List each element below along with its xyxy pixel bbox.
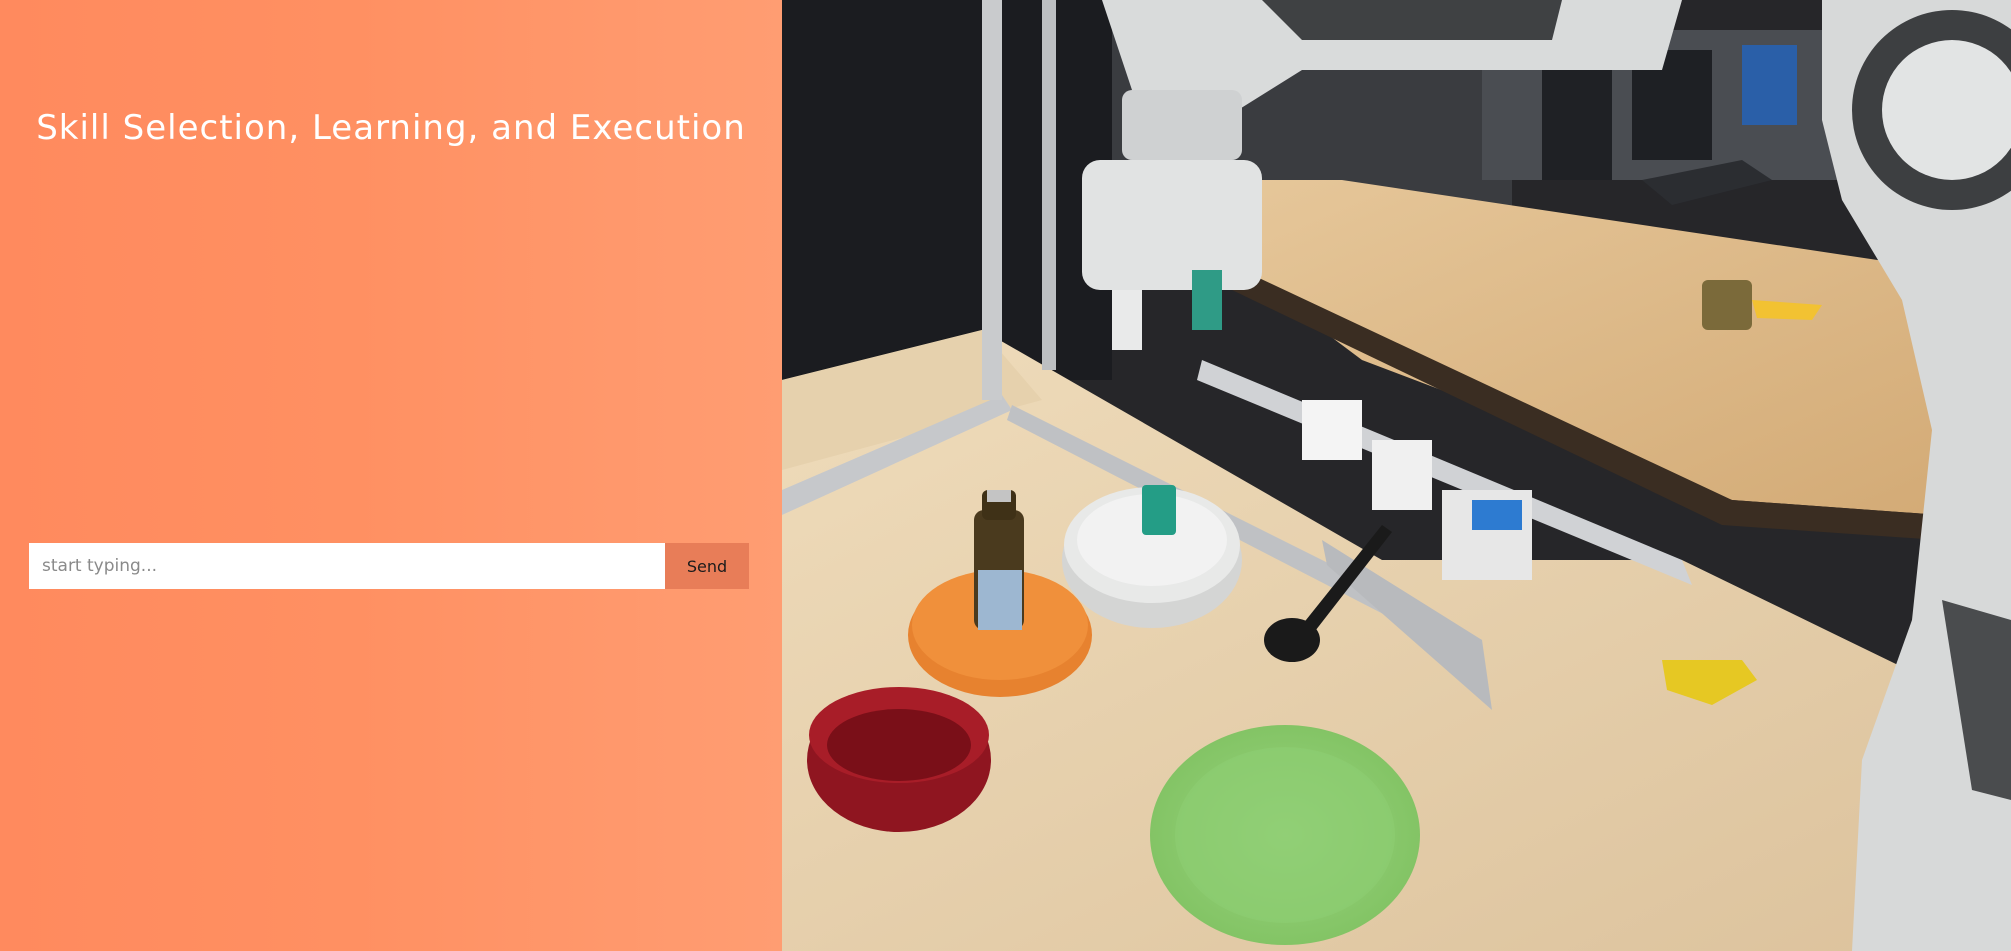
camera-feed-image — [782, 0, 2011, 951]
chat-panel: Skill Selection, Learning, and Execution… — [0, 0, 782, 951]
chat-form: Send — [29, 543, 749, 589]
send-button[interactable]: Send — [665, 543, 749, 589]
chat-input[interactable] — [29, 543, 665, 589]
robot-camera-view — [782, 0, 2011, 951]
app-root: Skill Selection, Learning, and Execution… — [0, 0, 2011, 951]
page-title: Skill Selection, Learning, and Execution — [36, 108, 746, 148]
